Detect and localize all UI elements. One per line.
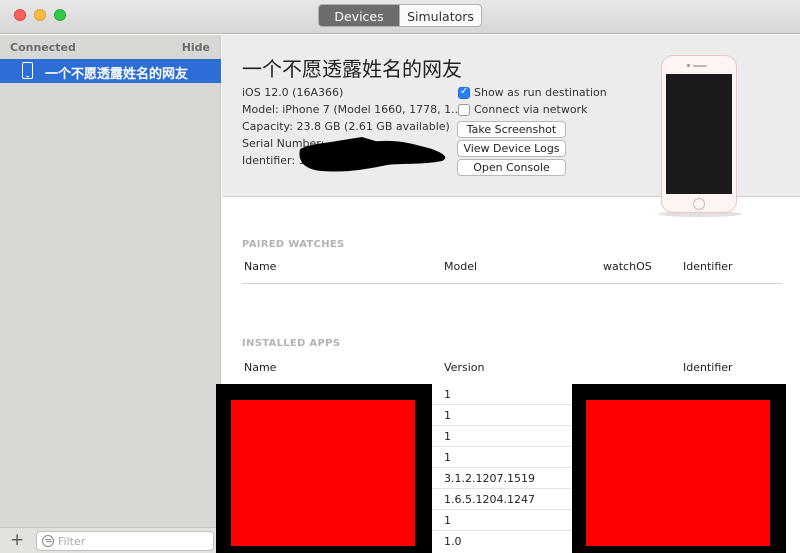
sidebar-header: Connected Hide: [10, 41, 210, 55]
table-row[interactable]: 1.0: [432, 531, 572, 552]
minimize-window-button[interactable]: [34, 9, 46, 21]
installed-apps-title: INSTALLED APPS: [242, 338, 341, 349]
camera-dot: [687, 64, 690, 67]
apps-col-identifier[interactable]: Identifier: [683, 361, 733, 374]
device-screen: [666, 74, 732, 194]
watches-divider: [242, 283, 782, 284]
filter-placeholder: Filter: [58, 535, 86, 548]
redaction-scribble: [299, 137, 446, 172]
iphone-device-image: [661, 55, 737, 213]
app-version: 1: [444, 409, 451, 422]
installed-apps-table: 1 1 1 1 3.1.2.1207.1519 1.6.5.1204.1247 …: [432, 384, 572, 553]
title-bar: Devices Simulators: [0, 0, 800, 34]
connected-section-label: Connected: [10, 41, 76, 54]
table-row[interactable]: 1: [432, 405, 572, 426]
app-version: 1: [444, 514, 451, 527]
device-name-title: 一个不愿透露姓名的网友: [242, 57, 462, 81]
apps-col-version[interactable]: Version: [444, 361, 484, 374]
tab-devices[interactable]: Devices: [319, 5, 399, 26]
device-details-panel: 一个不愿透露姓名的网友 iOS 12.0 (16A366) Model: iPh…: [222, 35, 800, 217]
capacity-label: Capacity: 23.8 GB (2.61 GB available): [242, 120, 450, 133]
sidebar-item-device[interactable]: 一个不愿透露姓名的网友: [0, 59, 221, 83]
app-version: 1: [444, 388, 451, 401]
os-version-label: iOS 12.0 (16A366): [242, 86, 344, 99]
paired-watches-title: PAIRED WATCHES: [242, 239, 345, 250]
view-device-logs-button[interactable]: View Device Logs: [457, 140, 566, 157]
close-window-button[interactable]: [14, 9, 26, 21]
redaction-fill: [231, 400, 415, 546]
take-screenshot-button[interactable]: Take Screenshot: [457, 121, 566, 138]
redacted-app-names: [216, 384, 432, 553]
watches-col-model[interactable]: Model: [444, 260, 477, 273]
table-row[interactable]: 1: [432, 510, 572, 531]
watches-col-watchos[interactable]: watchOS: [603, 260, 652, 273]
filter-field[interactable]: Filter: [36, 531, 214, 551]
show-run-destination-label: Show as run destination: [474, 86, 607, 99]
app-version: 1.0: [444, 535, 462, 548]
zoom-window-button[interactable]: [54, 9, 66, 21]
tab-simulators[interactable]: Simulators: [399, 5, 481, 26]
hide-button[interactable]: Hide: [182, 41, 210, 54]
table-row[interactable]: 3.1.2.1207.1519: [432, 468, 572, 489]
add-device-button[interactable]: +: [10, 530, 24, 550]
show-run-destination-checkbox[interactable]: [458, 86, 470, 99]
table-row[interactable]: 1: [432, 384, 572, 405]
app-version: 1: [444, 451, 451, 464]
sidebar: Connected Hide 一个不愿透露姓名的网友 + Filter: [0, 35, 221, 553]
sidebar-footer: + Filter: [0, 527, 221, 553]
app-version: 3.1.2.1207.1519: [444, 472, 535, 485]
open-console-button[interactable]: Open Console: [457, 159, 566, 176]
filter-icon: [42, 535, 54, 547]
table-row[interactable]: 1: [432, 447, 572, 468]
watches-col-identifier[interactable]: Identifier: [683, 260, 733, 273]
home-button: [693, 198, 705, 210]
redaction-fill: [586, 400, 770, 546]
devices-simulators-segmented-control: Devices Simulators: [318, 4, 482, 27]
iphone-icon: [22, 62, 33, 79]
apps-col-name[interactable]: Name: [244, 361, 276, 374]
speaker-slot: [693, 65, 707, 67]
app-version: 1.6.5.1204.1247: [444, 493, 535, 506]
redacted-app-identifiers: [572, 384, 786, 553]
app-version: 1: [444, 430, 451, 443]
connect-via-network-label: Connect via network: [474, 103, 588, 116]
sidebar-item-label: 一个不愿透露姓名的网友: [45, 67, 189, 82]
table-row[interactable]: 1: [432, 426, 572, 447]
model-label: Model: iPhone 7 (Model 1660, 1778, 1...: [242, 103, 462, 116]
table-row[interactable]: 1.6.5.1204.1247: [432, 489, 572, 510]
watches-col-name[interactable]: Name: [244, 260, 276, 273]
connect-via-network-checkbox[interactable]: [458, 104, 470, 116]
